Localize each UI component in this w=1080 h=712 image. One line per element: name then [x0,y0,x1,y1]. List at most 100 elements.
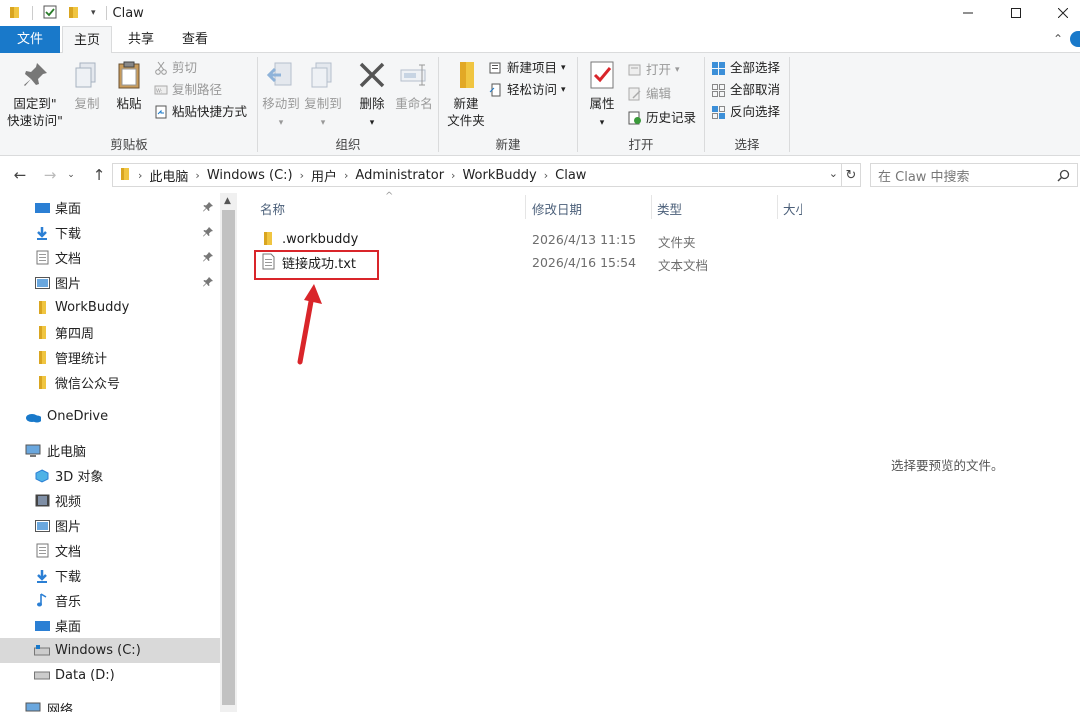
nav-item-management-stats[interactable]: 管理统计 [0,345,220,370]
scrollbar-thumb[interactable] [222,210,235,705]
copy-icon [75,62,96,88]
address-dropdown-icon[interactable]: ⌄ [829,167,838,180]
column-header-date[interactable]: 修改日期 [532,199,582,218]
copy-to-button[interactable]: 复制到 ▾ [302,59,344,132]
move-to-button[interactable]: 移动到 ▾ [260,59,302,132]
nav-item-downloads-quick[interactable]: 下载 [0,220,220,245]
select-all-button[interactable]: 全部选择 [711,58,780,78]
nav-item-onedrive[interactable]: OneDrive [0,404,220,429]
collapse-ribbon-icon[interactable]: ⌃ [1053,32,1063,46]
rename-button[interactable]: 重命名 [392,59,436,112]
desktop-icon [34,618,50,634]
back-button[interactable]: ← [8,158,32,192]
cut-button[interactable]: 剪切 [154,58,197,78]
customize-quick-access-icon[interactable]: ▾ [91,8,96,18]
properties-quick-icon[interactable] [43,5,57,22]
nav-item-workbuddy[interactable]: WorkBuddy [0,295,220,320]
nav-item-wechat-account[interactable]: 微信公众号 [0,370,220,395]
up-button[interactable]: ↑ [88,158,110,192]
download-icon [34,568,50,584]
nav-item-drive-d[interactable]: Data (D:) [0,663,220,688]
breadcrumb-drive-c[interactable]: Windows (C:) [203,168,297,183]
nav-item-desktop[interactable]: 桌面 [0,613,220,638]
pin-icon[interactable] [202,276,214,288]
forward-button[interactable]: → [38,158,62,192]
tab-view[interactable]: 查看 [170,26,220,53]
history-button[interactable]: 历史记录 [628,108,696,128]
nav-item-music[interactable]: 音乐 [0,588,220,613]
network-icon [25,701,41,712]
nav-label: 此电脑 [47,445,87,460]
properties-button[interactable]: 属性 ▾ [582,59,622,132]
nav-item-videos[interactable]: 视频 [0,488,220,513]
search-input[interactable]: 在 Claw 中搜索 [878,166,970,185]
nav-item-desktop-quick[interactable]: 桌面 [0,195,220,220]
minimize-button[interactable] [945,0,991,26]
tab-file[interactable]: 文件 [0,26,60,53]
address-bar[interactable]: › 此电脑 › Windows (C:) › 用户 › Administrato… [112,163,861,187]
breadcrumb-administrator[interactable]: Administrator [351,168,448,183]
select-none-label: 全部取消 [730,82,781,97]
nav-item-this-pc[interactable]: 此电脑 [0,438,220,463]
nav-item-drive-c[interactable]: Windows (C:) [0,638,220,663]
column-header-type[interactable]: 类型 [657,199,682,218]
delete-button[interactable]: 删除 ▾ [352,59,392,132]
breadcrumb-users[interactable]: 用户 [307,166,341,185]
search-box[interactable]: 在 Claw 中搜索 [870,163,1078,187]
move-to-icon [266,62,292,86]
maximize-button[interactable] [993,0,1039,26]
nav-item-documents[interactable]: 文档 [0,538,220,563]
paste-shortcut-button[interactable]: 粘贴快捷方式 [154,102,247,122]
select-none-button[interactable]: 全部取消 [711,80,780,100]
open-group-label: 打开 [628,137,654,152]
refresh-icon[interactable]: ↻ [841,163,861,187]
nav-item-week4[interactable]: 第四周 [0,320,220,345]
pin-icon[interactable] [202,226,214,238]
breadcrumb-this-pc[interactable]: 此电脑 [145,166,192,185]
nav-item-pictures[interactable]: 图片 [0,513,220,538]
pin-icon[interactable] [202,251,214,263]
open-button[interactable]: 打开 ▾ [628,60,680,80]
scroll-up-icon[interactable]: ▲ [224,196,231,206]
new-folder-button[interactable]: 新建 文件夹 [443,59,489,129]
nav-item-network[interactable]: 网络 [0,696,220,712]
file-row-workbuddy-folder[interactable]: .workbuddy [254,228,774,250]
paste-shortcut-icon [155,105,167,119]
nav-scrollbar[interactable]: ▲ [220,193,237,712]
paste-button[interactable]: 粘贴 [108,59,150,112]
copy-to-label: 复制到 [304,96,342,111]
new-item-button[interactable]: 新建项目 ▾ [489,58,566,78]
rename-label: 重命名 [395,96,433,111]
nav-item-documents-quick[interactable]: 文档 [0,245,220,270]
navigation-bar: ← → ⌄ ↑ › 此电脑 › Windows (C:) › 用户 › Admi… [0,158,1080,192]
edit-button[interactable]: 编辑 [628,84,671,104]
tab-share[interactable]: 共享 [116,26,166,53]
close-button[interactable] [1040,0,1080,26]
copy-path-button[interactable]: W: 复制路径 [154,80,222,100]
new-folder-label-line2: 文件夹 [447,113,485,128]
column-header-name[interactable]: 名称 [260,199,285,218]
video-icon [34,493,50,509]
copy-button[interactable]: 复制 [68,59,106,112]
pin-icon[interactable] [202,201,214,213]
column-header-size[interactable]: 大小 [783,199,802,218]
breadcrumb-claw[interactable]: Claw [551,168,590,183]
invert-selection-button[interactable]: 反向选择 [711,102,780,122]
easy-access-button[interactable]: 轻松访问 ▾ [489,80,566,100]
nav-label: 视频 [55,495,82,510]
nav-item-3d-objects[interactable]: 3D 对象 [0,463,220,488]
breadcrumb-workbuddy[interactable]: WorkBuddy [458,168,540,183]
delete-x-icon [359,62,385,88]
recent-locations-icon[interactable]: ⌄ [64,158,78,192]
tab-home[interactable]: 主页 [62,26,112,54]
rename-icon [400,64,426,86]
sort-indicator-icon: ^ [385,191,394,202]
pin-to-quick-access-button[interactable]: 固定到" 快速访问" [6,59,64,129]
nav-item-pictures-quick[interactable]: 图片 [0,270,220,295]
new-folder-quick-icon[interactable] [67,5,81,22]
nav-item-downloads[interactable]: 下载 [0,563,220,588]
nav-label: OneDrive [47,409,109,424]
help-icon[interactable] [1070,31,1080,47]
organize-group-label: 组织 [335,137,361,152]
delete-label: 删除 [359,96,385,111]
